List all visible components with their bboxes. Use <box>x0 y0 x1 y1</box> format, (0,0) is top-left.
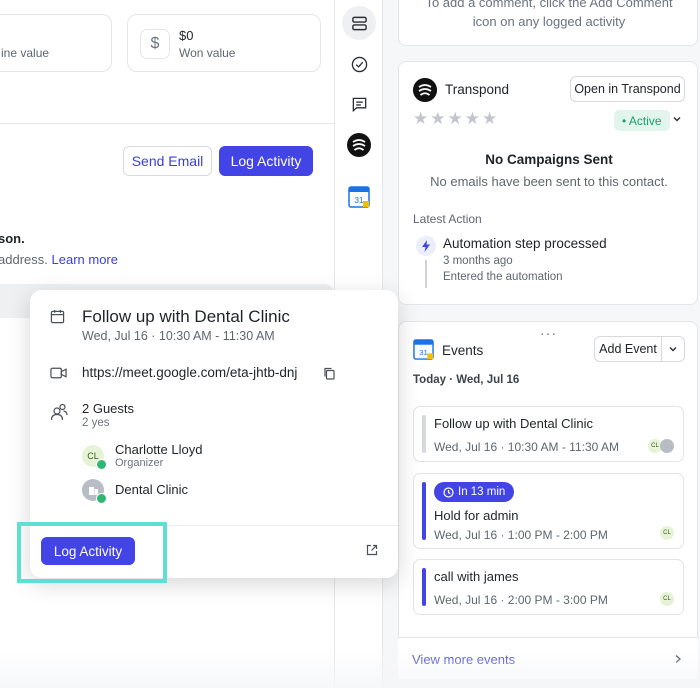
events-date-header: Today · Wed, Jul 16 <box>413 374 520 386</box>
events-card: 31 Events ··· Add Event Today · Wed, Jul… <box>398 321 698 679</box>
avatar <box>82 479 107 504</box>
meeting-link[interactable]: https://meet.google.com/eta-jhtb-dnj <box>82 365 297 380</box>
log-activity-button[interactable]: Log Activity <box>219 146 313 176</box>
popover-log-activity-button[interactable]: Log Activity <box>41 537 135 565</box>
external-link-icon[interactable] <box>366 544 378 556</box>
comment-hint: To add a comment, click the Add Comment … <box>399 0 699 31</box>
section-divider <box>0 123 334 124</box>
calendar-icon <box>50 309 65 324</box>
view-more-events-link[interactable]: View more events <box>412 652 515 667</box>
notice-text: address. Learn more <box>0 252 118 267</box>
latest-action-time: 3 months ago <box>443 255 513 267</box>
timeline-line <box>425 260 427 288</box>
guest-role: Organizer <box>115 457 164 469</box>
event-item[interactable]: call with james Wed, Jul 16 · 2:00 PM - … <box>413 559 684 615</box>
event-name: Hold for admin <box>434 508 519 523</box>
avatar: CL <box>660 592 674 606</box>
transpond-title: Transpond <box>445 82 510 97</box>
guests-rsvp: 2 yes <box>82 417 110 429</box>
event-time: Wed, Jul 16 · 10:30 AM - 11:30 AM <box>434 440 619 454</box>
event-title: Follow up with Dental Clinic <box>82 307 290 326</box>
event-color-bar <box>422 415 426 453</box>
avatar: CL <box>82 445 107 470</box>
guest-name: Dental Clinic <box>115 482 188 497</box>
view-more-events-row[interactable]: View more events <box>398 637 698 679</box>
no-campaigns-title: No Campaigns Sent <box>485 152 613 167</box>
guests-icon <box>50 403 68 421</box>
event-time: Wed, Jul 16 · 1:00 PM - 2:00 PM <box>434 528 608 542</box>
pipeline-value-card: ine value <box>0 14 112 72</box>
comment-hint-line-1: To add a comment, click the Add Comment <box>425 0 673 10</box>
calendar-day-text: 31 <box>355 196 364 205</box>
notice-body: address. <box>0 252 48 267</box>
google-calendar-icon: 31 <box>413 339 434 360</box>
open-in-transpond-button[interactable]: Open in Transpond <box>570 76 685 102</box>
send-email-button[interactable]: Send Email <box>123 146 212 176</box>
accepted-check-icon <box>96 459 107 470</box>
avatar: CL <box>660 526 674 540</box>
google-calendar-icon[interactable]: 31 <box>342 180 376 214</box>
guests-count: 2 Guests <box>82 401 135 416</box>
add-event-button[interactable]: Add Event <box>594 336 685 362</box>
event-item[interactable]: In 13 min Hold for admin Wed, Jul 16 · 1… <box>413 473 684 549</box>
event-time: Wed, Jul 16 · 10:30 AM - 11:30 AM <box>82 329 275 343</box>
status-badge[interactable]: • Active <box>614 110 670 131</box>
event-color-bar <box>422 482 426 540</box>
clock-icon <box>443 486 454 498</box>
event-name: call with james <box>434 569 519 584</box>
time-until-label: In 13 min <box>458 486 506 498</box>
notice-heading: son. <box>0 231 25 246</box>
event-name: Follow up with Dental Clinic <box>434 416 593 431</box>
won-value-label: Won value <box>179 46 236 60</box>
won-value: $0 <box>179 28 194 43</box>
more-options-icon[interactable]: ··· <box>540 325 557 341</box>
calendar-day-text: 31 <box>419 348 427 357</box>
guest-name: Charlotte Lloyd <box>115 442 203 457</box>
lightning-icon <box>416 236 436 256</box>
latest-action-title: Automation step processed <box>443 236 607 251</box>
chevron-down-icon[interactable] <box>672 114 682 124</box>
event-color-bar <box>422 568 426 606</box>
time-until-chip: In 13 min <box>434 482 515 502</box>
events-title: Events <box>442 343 484 358</box>
chevron-down-icon[interactable] <box>662 344 684 354</box>
stack-icon[interactable] <box>342 6 376 40</box>
comment-hint-card: To add a comment, click the Add Comment … <box>398 0 698 46</box>
won-value-card: $ $0 Won value <box>127 14 321 72</box>
check-circle-icon[interactable] <box>342 47 376 81</box>
transpond-logo-icon <box>413 78 437 102</box>
comment-icon[interactable] <box>342 87 376 121</box>
rating-stars[interactable]: ★★★★★ <box>413 109 499 129</box>
comment-hint-line-2: icon on any logged activity <box>472 14 626 29</box>
latest-action-detail: Entered the automation <box>443 271 563 283</box>
transpond-card: Transpond Open in Transpond ★★★★★ • Acti… <box>398 61 698 305</box>
avatar <box>660 439 674 453</box>
transpond-icon[interactable] <box>342 128 376 162</box>
video-camera-icon <box>50 367 67 379</box>
chevron-right-icon[interactable] <box>674 654 682 664</box>
no-campaigns-subtitle: No emails have been sent to this contact… <box>430 174 668 189</box>
pipeline-value-label: ine value <box>1 46 50 60</box>
event-time: Wed, Jul 16 · 2:00 PM - 3:00 PM <box>434 593 608 607</box>
dollar-icon: $ <box>140 29 170 59</box>
learn-more-link[interactable]: Learn more <box>52 252 118 267</box>
accepted-check-icon <box>96 493 107 504</box>
latest-action-label: Latest Action <box>413 212 482 226</box>
copy-icon[interactable] <box>323 367 335 380</box>
event-item[interactable]: Follow up with Dental Clinic Wed, Jul 16… <box>413 406 684 462</box>
right-panel: To add a comment, click the Add Comment … <box>383 0 700 688</box>
add-event-label[interactable]: Add Event <box>595 342 661 356</box>
